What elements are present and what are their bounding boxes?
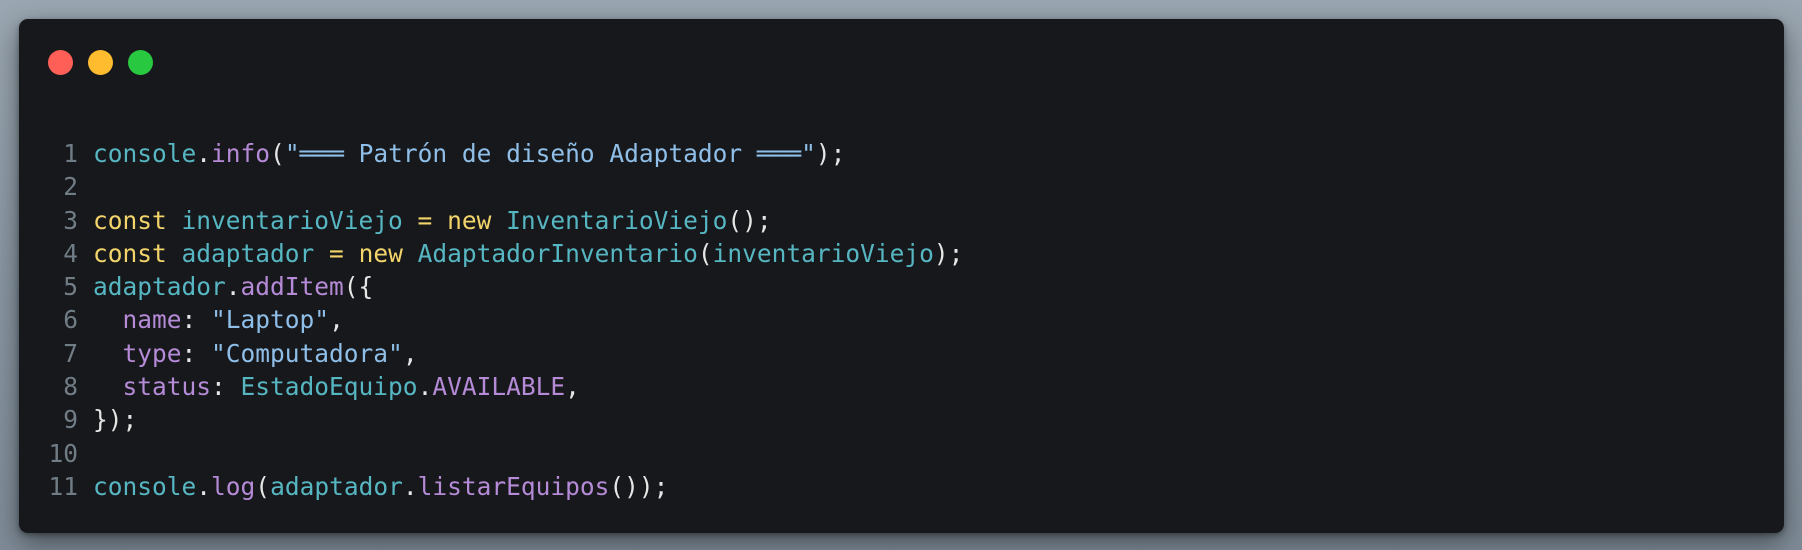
code-token: . [225, 272, 241, 302]
code-token: : [211, 372, 241, 402]
line-number: 2 [63, 172, 78, 202]
code-token: , [565, 372, 580, 402]
code-token: . [196, 471, 212, 501]
code-line: 9}); [19, 403, 1784, 436]
code-token: EstadoEquipo [240, 372, 418, 402]
code-token: : [181, 305, 212, 335]
line-code: }); [93, 403, 137, 436]
line-number: 6 [63, 305, 78, 335]
code-line: 10 [19, 437, 1784, 470]
code-line: 8 status: EstadoEquipo.AVAILABLE, [19, 370, 1784, 403]
code-token: InventarioViejo [506, 205, 728, 235]
code-token: "Computadora" [211, 338, 403, 368]
code-token: status [122, 372, 212, 402]
code-line: 3 const inventarioViejo = new InventarioV… [19, 204, 1784, 237]
code-line: 7 type: "Computadora", [19, 337, 1784, 370]
code-token: }); [93, 405, 138, 435]
line-number: 10 [48, 438, 78, 468]
line-code: adaptador.addItem({ [93, 270, 373, 303]
line-number: 3 [63, 205, 78, 235]
line-number: 8 [63, 372, 78, 402]
minimize-window-button[interactable] [88, 50, 113, 75]
code-token: ( [697, 238, 713, 268]
code-token: new [358, 238, 403, 268]
code-token: name [122, 305, 182, 335]
line-code: status: EstadoEquipo.AVAILABLE, [93, 370, 580, 403]
code-block: 1 console.info("═══ Patrón de diseño Adap… [19, 137, 1784, 503]
code-token: adaptador [270, 471, 403, 501]
close-window-button[interactable] [48, 50, 73, 75]
code-token: . [402, 471, 418, 501]
code-line: 1 console.info("═══ Patrón de diseño Adap… [19, 137, 1784, 170]
code-line: 5 adaptador.addItem({ [19, 270, 1784, 303]
line-number: 9 [63, 405, 78, 435]
code-token: "═══ Patrón de diseño Adaptador ═══" [284, 139, 816, 168]
code-token: inventarioViejo [712, 238, 934, 268]
code-line: 4 const adaptador = new AdaptadorInventar… [19, 237, 1784, 270]
code-token: info [211, 139, 271, 168]
code-token: new [447, 205, 492, 235]
code-token: ); [933, 238, 964, 268]
code-token: ()); [609, 471, 669, 501]
code-line: 2 [19, 170, 1784, 203]
line-code: name: "Laptop", [93, 303, 344, 336]
code-token: AVAILABLE [432, 372, 566, 402]
window-titlebar [19, 19, 1784, 99]
line-number: 1 [63, 139, 78, 168]
code-token: ({ [343, 272, 374, 302]
code-token: "Laptop" [211, 305, 330, 335]
code-token: addItem [240, 272, 344, 302]
code-token: console [93, 471, 197, 501]
code-token: ); [815, 139, 846, 168]
code-token: log [211, 471, 256, 501]
code-token: . [196, 139, 212, 168]
line-code: type: "Computadora", [93, 337, 418, 370]
code-token: (); [727, 205, 772, 235]
line-number: 5 [63, 272, 78, 302]
line-number: 7 [63, 338, 78, 368]
code-token: : [181, 338, 212, 368]
code-token: const [93, 238, 167, 268]
code-token: type [122, 338, 182, 368]
code-token: inventarioViejo [181, 205, 403, 235]
code-token: ( [270, 139, 285, 168]
code-token: = [402, 205, 448, 235]
code-line: 11 console.log(adaptador.listarEquipos())… [19, 470, 1784, 503]
code-token: console [93, 139, 197, 168]
line-code: console.info("═══ Patrón de diseño Adapt… [93, 137, 845, 170]
maximize-window-button[interactable] [128, 50, 153, 75]
code-token: adaptador [93, 272, 226, 302]
code-line: 6 name: "Laptop", [19, 303, 1784, 336]
code-window: 1 console.info("═══ Patrón de diseño Adap… [19, 19, 1784, 533]
line-code: const inventarioViejo = new InventarioVi… [93, 204, 772, 237]
line-code: console.log(adaptador.listarEquipos()); [93, 470, 668, 503]
line-number: 4 [63, 238, 78, 268]
code-token: adaptador [181, 238, 315, 268]
code-token: = [314, 238, 359, 268]
line-number: 11 [48, 471, 78, 501]
line-code: const adaptador = new AdaptadorInventari… [93, 237, 963, 270]
code-token: const [93, 205, 167, 235]
code-token: ( [255, 471, 271, 501]
code-token: , [329, 305, 344, 335]
code-token: . [417, 372, 433, 402]
code-token: listarEquipos [417, 471, 610, 501]
code-token: AdaptadorInventario [417, 238, 698, 268]
code-token: , [402, 338, 418, 368]
